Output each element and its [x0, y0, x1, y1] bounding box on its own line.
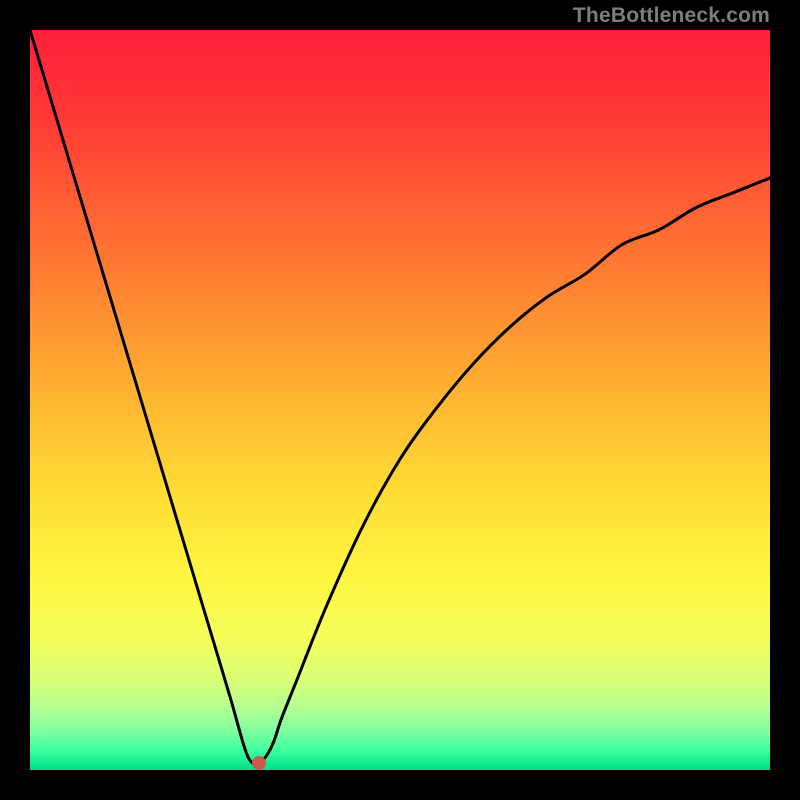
- chart-frame: TheBottleneck.com: [0, 0, 800, 800]
- curve-path: [30, 30, 770, 764]
- chart-curve: [30, 30, 770, 770]
- watermark-text: TheBottleneck.com: [573, 4, 770, 28]
- chart-marker-dot: [252, 756, 266, 770]
- plot-area: [30, 30, 770, 770]
